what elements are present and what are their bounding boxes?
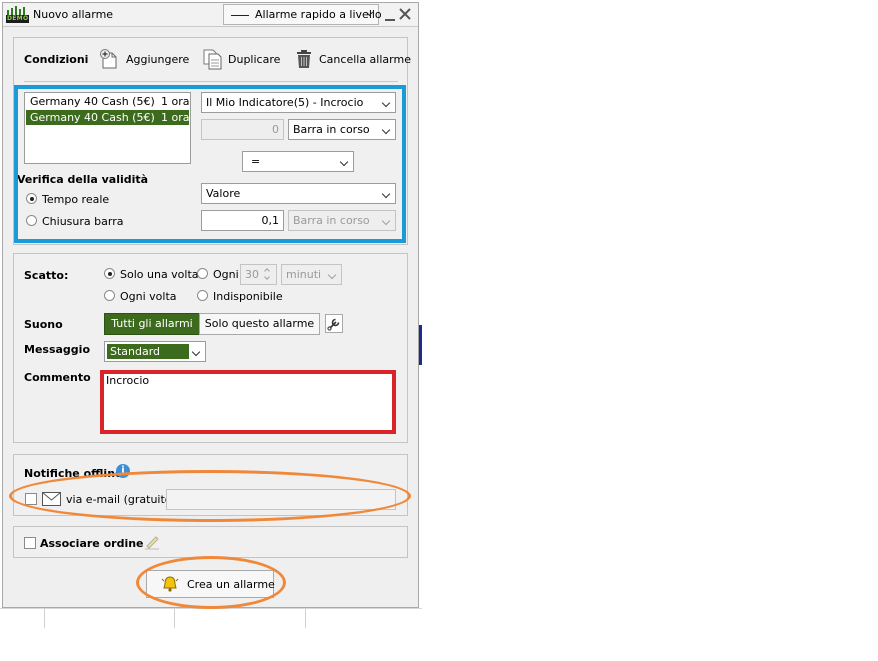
window-title: Nuovo allarme (33, 8, 114, 21)
trigger-each-time-radio[interactable] (104, 290, 115, 301)
associate-order-checkbox[interactable] (24, 537, 36, 549)
chevron-down-icon (325, 265, 341, 283)
stepper-up-icon (264, 268, 270, 274)
comment-value: Incrocio (106, 374, 150, 387)
message-dropdown[interactable]: Standard (104, 341, 206, 362)
background-gridline (174, 608, 175, 628)
interval-stepper: 30 (240, 264, 277, 285)
line-style-icon (231, 15, 249, 16)
delete-alarm-label: Cancella allarme (319, 53, 411, 66)
conditions-separator (24, 81, 398, 82)
trigger-every-label: Ogni (213, 268, 239, 281)
quick-alarm-label: Allarme rapido a livello (255, 8, 382, 21)
chevron-down-icon (189, 342, 205, 360)
add-condition-label: Aggiungere (126, 53, 190, 66)
sound-label: Suono (24, 318, 63, 331)
associate-order-label: Associare ordine (40, 537, 144, 550)
wrench-icon (327, 318, 340, 331)
close-icon[interactable] (398, 7, 412, 21)
comment-label: Commento (24, 371, 91, 384)
this-alarm-label: Solo questo allarme (204, 317, 315, 330)
all-alarms-label: Tutti gli allarmi (111, 317, 193, 330)
trigger-every-radio[interactable] (197, 268, 208, 279)
trigger-once-label: Solo una volta (120, 268, 199, 281)
trigger-unavailable-label: Indisponibile (213, 290, 283, 303)
interval-value: 30 (245, 268, 259, 281)
interval-unit-dropdown: minuti (281, 264, 342, 285)
interval-unit-value: minuti (286, 268, 322, 281)
pencil-icon (144, 533, 160, 550)
trigger-unavailable-radio[interactable] (197, 290, 208, 301)
conditions-label: Condizioni (24, 53, 89, 66)
message-label: Messaggio (24, 343, 90, 356)
trash-icon (295, 49, 313, 69)
comment-textarea[interactable]: Incrocio (100, 370, 396, 434)
background-gridline (305, 608, 306, 628)
trigger-once-radio[interactable] (104, 268, 115, 279)
duplicate-condition-label: Duplicare (228, 53, 281, 66)
demo-badge: DEMO (7, 15, 29, 22)
message-value: Standard (110, 345, 161, 358)
delete-alarm-button[interactable]: Cancella allarme (295, 47, 411, 69)
background-gridline (44, 608, 45, 628)
add-document-icon (99, 48, 121, 70)
duplicate-condition-button[interactable]: Duplicare (202, 47, 282, 70)
minimize-icon[interactable] (385, 19, 395, 21)
duplicate-icon (202, 48, 224, 70)
conditions-highlight (14, 85, 406, 243)
trigger-each-time-label: Ogni volta (120, 290, 177, 303)
sound-settings-button[interactable] (325, 314, 343, 333)
trigger-label: Scatto: (24, 269, 69, 282)
offline-highlight (9, 470, 411, 522)
quick-alarm-dropdown[interactable]: Allarme rapido a livello (223, 4, 382, 25)
this-alarm-button[interactable]: Solo questo allarme (199, 313, 320, 335)
stepper-down-icon (264, 274, 270, 280)
create-alarm-highlight (136, 556, 286, 609)
add-condition-button[interactable]: Aggiungere (99, 47, 190, 70)
all-alarms-button[interactable]: Tutti gli allarmi (104, 313, 200, 335)
